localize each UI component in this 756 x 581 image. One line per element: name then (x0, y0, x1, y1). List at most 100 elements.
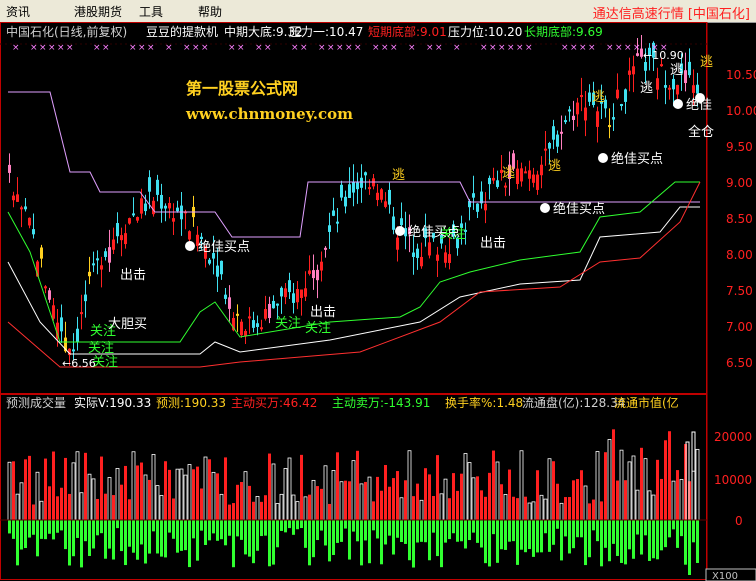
volume-bar (448, 498, 451, 520)
menu-item-help[interactable]: 帮助 (198, 3, 222, 20)
volume-bar (295, 501, 300, 521)
volume-bar (344, 480, 347, 520)
sell-volume-bar (168, 520, 171, 533)
sell-volume-bar (264, 520, 267, 536)
candle-body (12, 195, 15, 201)
volume-bar (656, 459, 659, 520)
sell-volume-bar (460, 520, 463, 542)
exit-label: 出击 (480, 236, 506, 251)
candle-body (16, 194, 19, 202)
sell-volume-bar (628, 520, 631, 550)
signal-marker: × (633, 43, 641, 53)
volume-bar (155, 485, 160, 521)
volume-bar (240, 481, 243, 520)
buy-dot (673, 99, 683, 109)
volume-bar (443, 478, 448, 521)
stock-chart[interactable]: 中国石化(日线,前复权) 豆豆的提款机 中期大底:9.32 压力一:10.47 … (0, 22, 756, 581)
volume-bar (15, 493, 20, 521)
candle-body (248, 316, 251, 319)
signal-marker: × (318, 43, 326, 53)
candle-body (524, 171, 527, 174)
sell-volume-bar (60, 520, 63, 531)
sell-volume-bar (616, 520, 619, 556)
candle-body (420, 256, 423, 267)
turnover-rate: 换手率%:1.48 (445, 395, 523, 410)
active-sell: 主动卖万:-143.91 (332, 396, 430, 410)
menu-item-hk-futures[interactable]: 港股期货 (74, 3, 122, 20)
volume-bar (428, 474, 431, 520)
sell-volume-bar (652, 520, 655, 559)
volume-bar (68, 493, 71, 520)
sell-volume-bar (244, 520, 247, 555)
volume-bar (159, 495, 164, 521)
volume-bar (439, 493, 444, 521)
sell-volume-bar (368, 520, 371, 564)
buy-dot (395, 226, 405, 236)
sell-volume-bar (248, 520, 251, 557)
candle-body (632, 66, 635, 75)
volume-bar (136, 465, 139, 520)
sell-volume-bar (284, 520, 287, 533)
sell-volume-bar (272, 520, 275, 565)
sell-volume-bar (228, 520, 231, 536)
sell-volume-bar (524, 520, 527, 553)
volume-tick: 0 (735, 514, 743, 528)
volume-bar (200, 488, 203, 520)
volume-bar (303, 496, 308, 521)
sell-volume-bar (656, 520, 659, 560)
candle-body (200, 236, 203, 240)
volume-bar (71, 462, 76, 521)
candle-body (60, 317, 63, 332)
menu-item-tools[interactable]: 工具 (139, 3, 163, 20)
volume-bar (228, 504, 231, 520)
sell-volume-bar (276, 520, 279, 548)
candle-body (444, 252, 447, 263)
signal-marker: × (300, 43, 308, 53)
volume-bar (556, 483, 559, 520)
indicator-name: 豆豆的提款机 (146, 24, 218, 39)
volume-bar (396, 471, 399, 520)
candle-body (636, 53, 639, 56)
candle-body (228, 297, 231, 309)
candle-body (264, 309, 267, 319)
sell-volume-bar (252, 520, 255, 564)
watermark-title: 第一股票公式网 (186, 79, 298, 98)
candle-body (596, 111, 599, 127)
volume-bar (376, 476, 379, 520)
sell-volume-bar (324, 520, 327, 546)
price-high-label: ←10.90 (643, 49, 684, 62)
signal-marker: × (426, 43, 434, 53)
sell-volume-bar (444, 520, 447, 543)
candle-body (72, 349, 75, 352)
candle-body (656, 78, 659, 90)
sell-volume-bar (48, 520, 51, 534)
sell-volume-bar (72, 520, 75, 557)
sell-volume-bar (356, 520, 359, 542)
sell-volume-bar (280, 520, 283, 531)
candle-body (448, 254, 451, 263)
volume-bar (404, 480, 407, 520)
volume-bar (275, 503, 280, 521)
sell-volume-bar (604, 520, 607, 548)
candle-body (544, 148, 547, 151)
menu-item-info[interactable]: 资讯 (6, 3, 30, 20)
best-buy-label: 绝佳买点 (611, 151, 663, 167)
candle-body (324, 247, 327, 250)
candle-body (676, 84, 679, 95)
watermark-url: www.chnmoney.com (185, 105, 353, 123)
volume-bar (252, 501, 255, 520)
sell-volume-bar (296, 520, 299, 530)
sell-volume-bar (548, 520, 551, 552)
signal-marker: × (30, 43, 38, 53)
candle-body (516, 168, 519, 185)
candle-body (564, 120, 567, 123)
candle-body (88, 271, 91, 277)
volume-bar (115, 468, 120, 521)
volume-bar (208, 459, 211, 520)
candle-body (128, 218, 131, 224)
sell-volume-bar (560, 520, 563, 561)
signal-marker: × (66, 43, 74, 53)
sell-volume-bar (200, 520, 203, 531)
signal-marker: × (327, 43, 335, 53)
sell-volume-bar (688, 520, 691, 575)
